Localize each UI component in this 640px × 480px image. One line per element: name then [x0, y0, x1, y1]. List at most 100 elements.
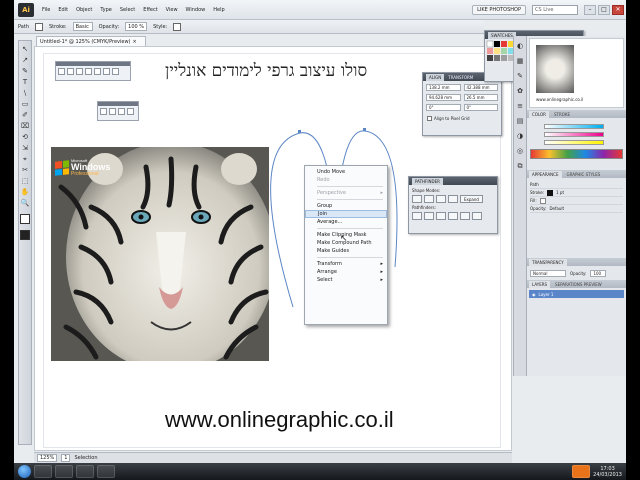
tab-separations-preview[interactable]: SEPARATIONS PREVIEW [552, 281, 605, 288]
menu-edit[interactable]: Edit [54, 7, 72, 13]
menu-undo-move[interactable]: Undo Move [305, 168, 387, 176]
maximize-button[interactable]: □ [598, 4, 610, 15]
menu-view[interactable]: View [162, 7, 182, 13]
tab-layers[interactable]: LAYERS [529, 280, 551, 288]
eye-icon[interactable]: ◉ [532, 292, 536, 297]
stroke-swatch[interactable] [547, 189, 554, 196]
navigator-panel[interactable]: www.onlinegraphic.co.il [529, 38, 624, 108]
layer-name[interactable]: Layer 1 [539, 292, 554, 297]
minus-front-button[interactable] [424, 195, 434, 203]
hand-tool-icon[interactable]: ✋ [20, 188, 30, 197]
brush-field[interactable]: Basic [72, 22, 93, 31]
style-swatch[interactable] [173, 22, 182, 31]
tab-pathfinder[interactable]: PATHFINDER [412, 177, 443, 185]
symbol-tool-icon[interactable]: ⌖ [20, 155, 30, 164]
trim-button[interactable] [424, 212, 434, 220]
scale-tool-icon[interactable]: ⇲ [20, 144, 30, 153]
tab-appearance[interactable]: APPEARANCE [529, 170, 562, 178]
eraser-tool-icon[interactable]: ⌧ [20, 122, 30, 131]
w-field[interactable]: 42.388 mm [463, 84, 498, 91]
divide-button[interactable] [412, 212, 422, 220]
minimize-button[interactable]: – [584, 4, 596, 15]
direct-selection-tool-icon[interactable]: ↗ [20, 56, 30, 65]
transparency-panel-icon[interactable]: ◑ [516, 132, 525, 141]
zoom-tool-icon[interactable]: 🔍 [20, 199, 30, 208]
menu-select[interactable]: Select [116, 7, 139, 13]
color-panel-icon[interactable]: ◐ [516, 42, 525, 51]
rectangle-tool-icon[interactable]: ▭ [20, 100, 30, 109]
menu-file[interactable]: File [38, 7, 54, 13]
scissors-tool-icon[interactable]: ✂ [20, 166, 30, 175]
pen-tool-icon[interactable]: ✎ [20, 67, 30, 76]
c-slider[interactable] [544, 124, 604, 129]
line-tool-icon[interactable]: \ [20, 89, 30, 98]
workspace-switcher[interactable]: LIKE PHOTOSHOP [472, 4, 526, 15]
tab-stroke[interactable]: STROKE [551, 111, 573, 118]
angle-field[interactable]: 0° [426, 104, 461, 111]
exclude-button[interactable] [448, 195, 458, 203]
menu-arrange[interactable]: Arrange ▸ [305, 268, 387, 276]
crop-button[interactable] [448, 212, 458, 220]
x-field[interactable]: 138.2 mm [426, 84, 461, 91]
menu-group[interactable]: Group [305, 202, 387, 210]
fill-swatch-appearance[interactable] [539, 197, 546, 204]
symbols-panel-icon[interactable]: ✿ [516, 87, 525, 96]
taskbar-app-1[interactable] [34, 465, 52, 478]
type-tool-icon[interactable]: T [20, 78, 30, 87]
pencil-tool-icon[interactable]: ✐ [20, 111, 30, 120]
close-tab-icon[interactable]: × [133, 39, 137, 45]
tab-transform[interactable]: TRANSFORM [448, 75, 473, 80]
document-tab[interactable]: Untitled-1* @ 125% (CMYK/Preview) × [36, 36, 146, 46]
search-input[interactable]: CS Live [532, 4, 578, 15]
appearance-opacity[interactable]: Opacity: [530, 206, 546, 211]
appearance-panel-icon[interactable]: ◎ [516, 147, 525, 156]
tab-align[interactable]: ALIGN [426, 73, 445, 81]
menu-transform[interactable]: Transform ▸ [305, 260, 387, 268]
menu-join[interactable]: Join [305, 210, 387, 218]
appearance-fill[interactable]: Fill: [530, 198, 537, 203]
taskbar-app-4[interactable] [97, 465, 115, 478]
swatches-panel-icon[interactable]: ▦ [516, 57, 525, 66]
gradient-panel-icon[interactable]: ▤ [516, 117, 525, 126]
menu-make-guides[interactable]: Make Guides [305, 247, 387, 255]
blend-mode-select[interactable]: Normal [530, 269, 566, 277]
mini-toolbar-panel[interactable] [55, 61, 131, 81]
layers-panel-icon[interactable]: ⧉ [516, 162, 525, 171]
menu-help[interactable]: Help [209, 7, 228, 13]
close-button[interactable]: ✕ [612, 4, 624, 15]
menu-average[interactable]: Average... [305, 218, 387, 226]
stroke-color-swatch[interactable] [20, 230, 30, 240]
tab-color[interactable]: COLOR [529, 110, 549, 118]
expand-button[interactable]: Expand [460, 195, 483, 203]
fill-swatch[interactable] [34, 22, 43, 31]
color-spectrum[interactable] [530, 149, 623, 159]
tab-graphic-styles[interactable]: GRAPHIC STYLES [564, 171, 604, 178]
taskbar-app-3[interactable] [76, 465, 94, 478]
menu-effect[interactable]: Effect [139, 7, 161, 13]
layer-row[interactable]: ◉ Layer 1 [529, 290, 624, 298]
m-slider[interactable] [544, 132, 604, 137]
system-clock[interactable]: 17:03 24/03/2013 [593, 466, 626, 478]
h-field[interactable]: 26.5 mm [463, 94, 498, 101]
stroke-panel-icon[interactable]: ≡ [516, 102, 525, 111]
opacity-field[interactable]: 100 % [125, 22, 148, 31]
tab-swatches[interactable]: SWATCHES [488, 31, 516, 39]
transparency-opacity-field[interactable]: 100 [590, 269, 607, 277]
unite-button[interactable] [412, 195, 422, 203]
start-button[interactable] [18, 465, 31, 478]
intersect-button[interactable] [436, 195, 446, 203]
y-field[interactable]: 94.628 mm [426, 94, 461, 101]
zoom-field[interactable]: 125% [37, 454, 58, 462]
brushes-panel-icon[interactable]: ✎ [516, 72, 525, 81]
appearance-stroke[interactable]: Stroke: [530, 190, 544, 195]
taskbar-app-2[interactable] [55, 465, 73, 478]
fill-color-swatch[interactable] [20, 214, 30, 224]
menu-select[interactable]: Select ▸ [305, 276, 387, 284]
minus-back-button[interactable] [472, 212, 482, 220]
menu-window[interactable]: Window [182, 7, 210, 13]
outline-button[interactable] [460, 212, 470, 220]
merge-button[interactable] [436, 212, 446, 220]
taskbar-illustrator[interactable] [572, 465, 591, 478]
y-slider[interactable] [544, 140, 604, 145]
menu-object[interactable]: Object [72, 7, 96, 13]
